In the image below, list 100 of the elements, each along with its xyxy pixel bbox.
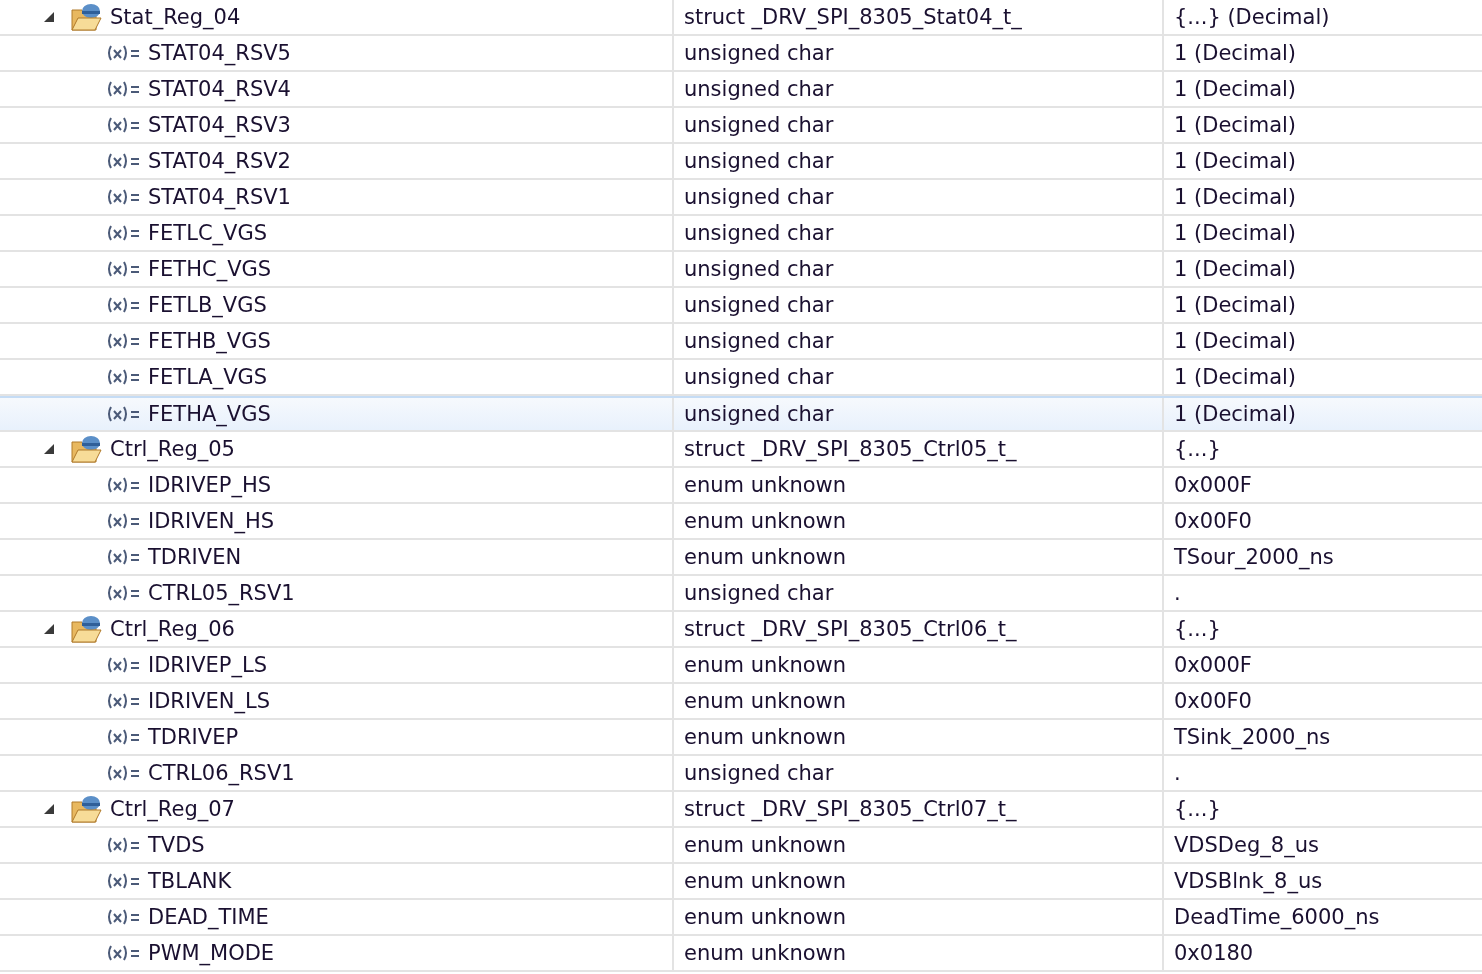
tree-row[interactable]: FETHA_VGS unsigned char 1 (Decimal) xyxy=(0,396,1482,432)
variable-name: STAT04_RSV2 xyxy=(148,149,291,173)
tree-row[interactable]: STAT04_RSV5 unsigned char 1 (Decimal) xyxy=(0,36,1482,72)
tree-row[interactable]: IDRIVEN_LS enum unknown 0x00F0 xyxy=(0,684,1482,720)
tree-row[interactable]: TDRIVEN enum unknown TSour_2000_ns xyxy=(0,540,1482,576)
tree-row[interactable]: FETLB_VGS unsigned char 1 (Decimal) xyxy=(0,288,1482,324)
variable-type: enum unknown xyxy=(683,833,848,857)
variable-type: enum unknown xyxy=(683,473,848,497)
variable-name: STAT04_RSV3 xyxy=(148,113,291,137)
tree-row[interactable]: STAT04_RSV2 unsigned char 1 (Decimal) xyxy=(0,144,1482,180)
tree-row[interactable]: Stat_Reg_04 struct _DRV_SPI_8305_Stat04_t_ {...} (Decimal) xyxy=(0,0,1482,36)
variable-name: TDRIVEN xyxy=(148,545,242,569)
variable-type: unsigned char xyxy=(683,221,835,245)
tree-row[interactable]: CTRL05_RSV1 unsigned char . xyxy=(0,576,1482,612)
folder-icon xyxy=(70,2,102,32)
variable-value: 1 (Decimal) xyxy=(1173,365,1298,389)
variable-type: unsigned char xyxy=(683,113,835,137)
tree-row[interactable]: FETHC_VGS unsigned char 1 (Decimal) xyxy=(0,252,1482,288)
variable-value: 1 (Decimal) xyxy=(1173,293,1298,317)
tree-row[interactable]: STAT04_RSV1 unsigned char 1 (Decimal) xyxy=(0,180,1482,216)
variable-value: {...} xyxy=(1173,437,1222,461)
tree-row[interactable]: TVDS enum unknown VDSDeg_8_us xyxy=(0,828,1482,864)
tree-row[interactable]: IDRIVEP_HS enum unknown 0x000F xyxy=(0,468,1482,504)
variable-value: . xyxy=(1173,761,1182,785)
variable-type: enum unknown xyxy=(683,509,848,533)
variable-name: Ctrl_Reg_06 xyxy=(110,617,235,641)
variable-icon xyxy=(106,116,140,134)
variable-icon xyxy=(106,836,140,854)
tree-row[interactable]: TBLANK enum unknown VDSBlnk_8_us xyxy=(0,864,1482,900)
variable-type: enum unknown xyxy=(683,941,848,965)
variable-value: 0x0180 xyxy=(1173,941,1255,965)
tree-row[interactable]: FETHB_VGS unsigned char 1 (Decimal) xyxy=(0,324,1482,360)
tree-row[interactable]: CTRL06_RSV1 unsigned char . xyxy=(0,756,1482,792)
variable-type: unsigned char xyxy=(683,185,835,209)
variable-icon xyxy=(106,476,140,494)
variable-icon xyxy=(106,656,140,674)
variable-value: 0x00F0 xyxy=(1173,689,1253,713)
variable-value: 1 (Decimal) xyxy=(1173,149,1298,173)
tree-row[interactable]: STAT04_RSV4 unsigned char 1 (Decimal) xyxy=(0,72,1482,108)
variable-name: FETLB_VGS xyxy=(148,293,267,317)
variable-icon xyxy=(106,908,140,926)
variable-value: 1 (Decimal) xyxy=(1173,221,1298,245)
variable-icon xyxy=(106,332,140,350)
variable-icon xyxy=(106,584,140,602)
variable-icon xyxy=(106,44,140,62)
tree-row[interactable]: IDRIVEP_LS enum unknown 0x000F xyxy=(0,648,1482,684)
variable-type: enum unknown xyxy=(683,869,848,893)
variable-icon xyxy=(106,512,140,530)
variable-name: IDRIVEN_LS xyxy=(148,689,271,713)
variable-icon xyxy=(106,260,140,278)
variable-name: Ctrl_Reg_05 xyxy=(110,437,235,461)
variable-type: unsigned char xyxy=(683,761,835,785)
variable-name: TVDS xyxy=(148,833,205,857)
variable-icon xyxy=(106,80,140,98)
variable-type: struct _DRV_SPI_8305_Ctrl06_t_ xyxy=(683,617,1018,641)
variable-value: 0x000F xyxy=(1173,653,1253,677)
tree-row[interactable]: Ctrl_Reg_05 struct _DRV_SPI_8305_Ctrl05_t_ {...} xyxy=(0,432,1482,468)
variable-type: unsigned char xyxy=(683,293,835,317)
variable-name: FETHA_VGS xyxy=(148,402,271,426)
expanded-triangle-icon[interactable] xyxy=(42,10,56,24)
variable-type: unsigned char xyxy=(683,365,835,389)
variable-name: CTRL05_RSV1 xyxy=(148,581,295,605)
variable-name: STAT04_RSV4 xyxy=(148,77,291,101)
variable-icon xyxy=(106,728,140,746)
variable-type: struct _DRV_SPI_8305_Ctrl07_t_ xyxy=(683,797,1018,821)
variable-name: FETLC_VGS xyxy=(148,221,267,245)
variable-name: TBLANK xyxy=(148,869,232,893)
variable-value: 1 (Decimal) xyxy=(1173,41,1298,65)
variable-name: STAT04_RSV1 xyxy=(148,185,291,209)
folder-icon xyxy=(70,434,102,464)
variable-value: 1 (Decimal) xyxy=(1173,402,1298,426)
expanded-triangle-icon[interactable] xyxy=(42,802,56,816)
tree-row[interactable]: DEAD_TIME enum unknown DeadTime_6000_ns xyxy=(0,900,1482,936)
variable-icon xyxy=(106,548,140,566)
variable-icon xyxy=(106,692,140,710)
variable-icon xyxy=(106,152,140,170)
variable-name: IDRIVEP_HS xyxy=(148,473,272,497)
variable-value: 1 (Decimal) xyxy=(1173,77,1298,101)
variable-value: 0x000F xyxy=(1173,473,1253,497)
tree-row[interactable]: PWM_MODE enum unknown 0x0180 xyxy=(0,936,1482,972)
variable-icon xyxy=(106,296,140,314)
tree-row[interactable]: IDRIVEN_HS enum unknown 0x00F0 xyxy=(0,504,1482,540)
tree-row[interactable]: FETLC_VGS unsigned char 1 (Decimal) xyxy=(0,216,1482,252)
variable-value: {...} xyxy=(1173,617,1222,641)
tree-row[interactable]: TDRIVEP enum unknown TSink_2000_ns xyxy=(0,720,1482,756)
expanded-triangle-icon[interactable] xyxy=(42,622,56,636)
tree-row[interactable]: STAT04_RSV3 unsigned char 1 (Decimal) xyxy=(0,108,1482,144)
variable-type: enum unknown xyxy=(683,905,848,929)
variable-name: PWM_MODE xyxy=(148,941,275,965)
variable-name: FETHC_VGS xyxy=(148,257,272,281)
tree-row[interactable]: Ctrl_Reg_06 struct _DRV_SPI_8305_Ctrl06_t_ {...} xyxy=(0,612,1482,648)
variable-icon xyxy=(106,944,140,962)
tree-row[interactable]: Ctrl_Reg_07 struct _DRV_SPI_8305_Ctrl07_t_ {...} xyxy=(0,792,1482,828)
expanded-triangle-icon[interactable] xyxy=(42,442,56,456)
variable-value: . xyxy=(1173,581,1182,605)
variable-type: unsigned char xyxy=(683,77,835,101)
variable-name: FETLA_VGS xyxy=(148,365,268,389)
variable-icon xyxy=(106,224,140,242)
variable-type: unsigned char xyxy=(683,329,835,353)
variable-name: FETHB_VGS xyxy=(148,329,271,353)
